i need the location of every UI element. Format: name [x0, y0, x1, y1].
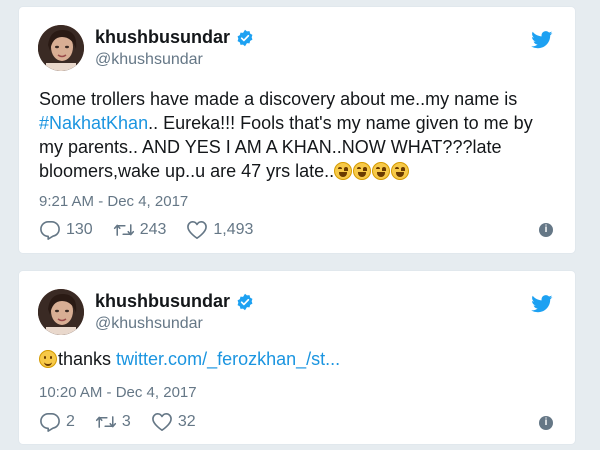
reply-button[interactable]: 130: [39, 220, 93, 240]
reply-button[interactable]: 2: [39, 412, 75, 432]
retweet-button[interactable]: 3: [95, 412, 131, 432]
tweet-actions: 2 3 32: [39, 412, 216, 432]
tweet-card: khushbusundar @khushsundar thanks twitte…: [18, 270, 576, 445]
tweet-card: khushbusundar @khushsundar Some trollers…: [18, 6, 576, 254]
tweet-text-part: Some trollers have made a discovery abou…: [39, 89, 518, 109]
info-icon[interactable]: i: [539, 223, 553, 237]
retweet-count: 3: [121, 413, 131, 430]
like-count: 32: [177, 413, 196, 430]
twitter-bird-icon[interactable]: [531, 31, 553, 49]
like-count: 1,493: [213, 221, 254, 238]
tweet-text-part: thanks: [58, 349, 117, 369]
twitter-bird-icon[interactable]: [531, 295, 553, 313]
reply-count: 130: [66, 221, 93, 238]
info-icon[interactable]: i: [539, 416, 553, 430]
reply-count: 2: [66, 413, 75, 430]
retweet-icon: [95, 416, 116, 428]
heart-icon: [151, 413, 172, 431]
tweet-timestamp[interactable]: 10:20 AM - Dec 4, 2017: [39, 384, 197, 401]
avatar[interactable]: [38, 25, 84, 71]
reply-icon: [40, 221, 60, 240]
tweet-link[interactable]: twitter.com/_ferozkhan_/st...: [116, 349, 340, 369]
slightly-smiling-face-icon: [39, 350, 57, 368]
like-button[interactable]: 1,493: [186, 220, 253, 240]
verified-badge-icon: [237, 293, 253, 310]
verified-badge-icon: [237, 29, 253, 46]
display-name-label: khushbusundar: [95, 291, 231, 311]
rolling-on-floor-laughing-icon: [391, 162, 410, 180]
like-button[interactable]: 32: [151, 412, 196, 432]
rolling-on-floor-laughing-icon: [334, 162, 353, 180]
tweet-actions: 130 243 1,493: [39, 220, 273, 240]
user-handle[interactable]: @khushsundar: [95, 315, 203, 333]
display-name[interactable]: khushbusundar: [95, 291, 254, 312]
retweet-button[interactable]: 243: [113, 220, 167, 240]
display-name[interactable]: khushbusundar: [95, 27, 254, 48]
rolling-on-floor-laughing-icon: [353, 162, 372, 180]
tweet-text: thanks twitter.com/_ferozkhan_/st...: [39, 347, 555, 371]
display-name-label: khushbusundar: [95, 27, 231, 47]
tweet-text: Some trollers have made a discovery abou…: [39, 87, 555, 183]
user-handle[interactable]: @khushsundar: [95, 51, 203, 69]
rolling-on-floor-laughing-icon: [372, 162, 391, 180]
tweet-timestamp[interactable]: 9:21 AM - Dec 4, 2017: [39, 193, 188, 210]
heart-icon: [187, 221, 208, 239]
avatar[interactable]: [38, 289, 84, 335]
hashtag-link[interactable]: #NakhatKhan: [39, 113, 148, 133]
reply-icon: [40, 413, 60, 432]
retweet-icon: [113, 224, 134, 236]
retweet-count: 243: [139, 221, 167, 238]
